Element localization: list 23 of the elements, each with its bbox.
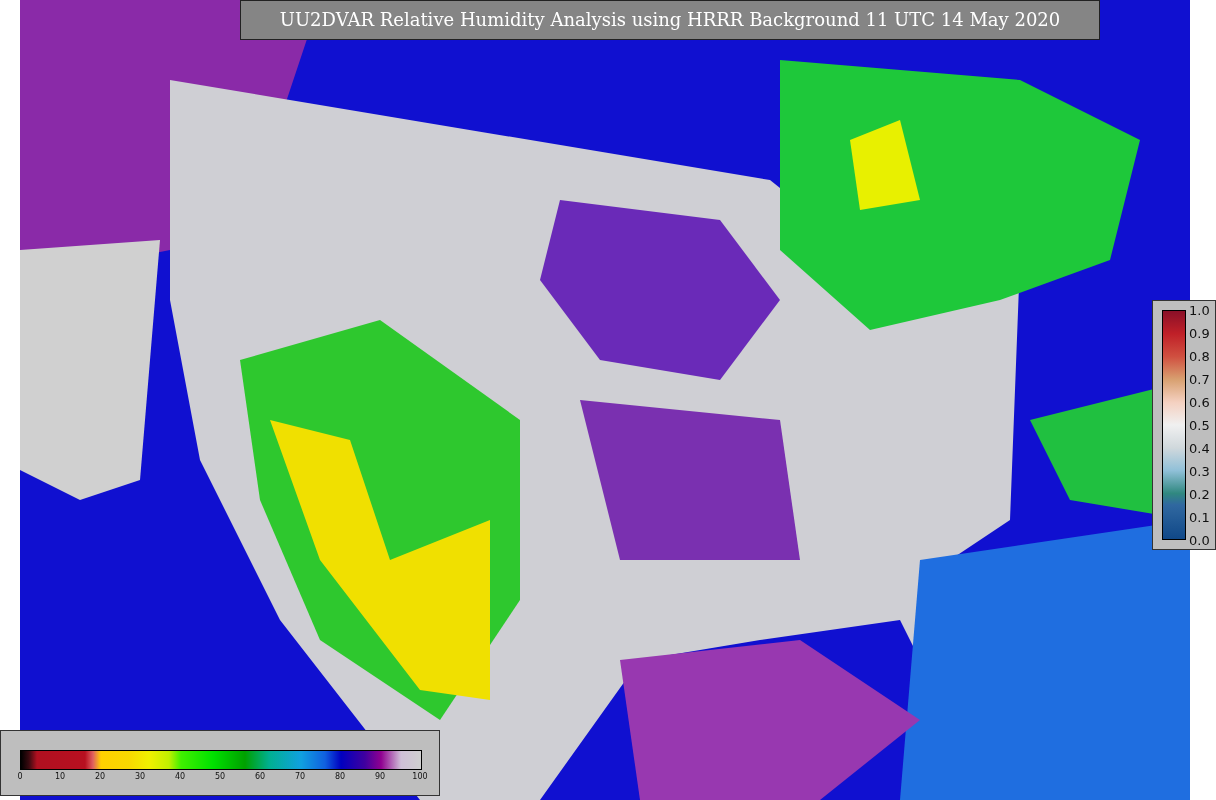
tick-label: 40 — [173, 772, 187, 782]
tick-label: 0.2 — [1189, 485, 1210, 504]
tick-label: 70 — [293, 772, 307, 782]
map-title: UU2DVAR Relative Humidity Analysis using HRRR Background 11 UTC 14 May 2020 — [240, 0, 1100, 40]
tick-label: 0.8 — [1189, 347, 1210, 366]
tick-label: 50 — [213, 772, 227, 782]
tick-label: 0.0 — [1189, 531, 1210, 550]
tick-label: 0 — [16, 772, 24, 782]
tick-label: 1.0 — [1189, 301, 1210, 320]
tick-label: 0.3 — [1189, 462, 1210, 481]
tick-label: 0.7 — [1189, 370, 1210, 389]
tick-label: 0.4 — [1189, 439, 1210, 458]
tick-label: 10 — [53, 772, 67, 782]
tick-label: 0.1 — [1189, 508, 1210, 527]
tick-label: 90 — [373, 772, 387, 782]
tick-label: 20 — [93, 772, 107, 782]
tick-label: 0.9 — [1189, 324, 1210, 343]
tick-label: 0.5 — [1189, 416, 1210, 435]
tick-label: 100 — [411, 772, 429, 782]
tick-label: 30 — [133, 772, 147, 782]
tick-label: 80 — [333, 772, 347, 782]
tick-label: 60 — [253, 772, 267, 782]
tick-label: 0.6 — [1189, 393, 1210, 412]
